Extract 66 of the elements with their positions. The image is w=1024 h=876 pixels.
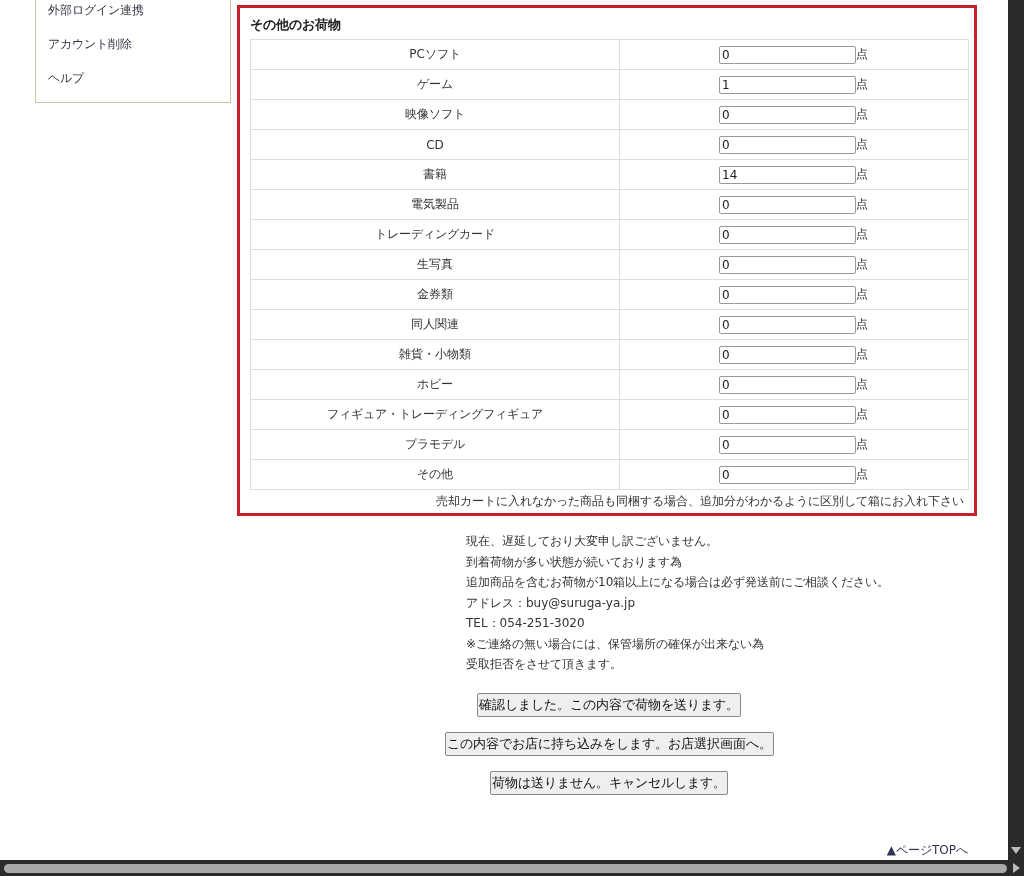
menu-link[interactable]: 外部ログイン連携 [48,0,144,28]
notice-line: 到着荷物が多い状態が続いております為 [466,553,682,571]
quantity-field[interactable]: 0 [719,435,856,454]
horizontal-scrollbar[interactable] [0,860,1024,876]
category-label: 映像ソフト [405,106,465,123]
quantity-field[interactable]: 0 [719,375,856,394]
unit-label: 点 [856,106,868,123]
notice-line: ※ご連絡の無い場合には、保管場所の確保が出来ない為 [466,635,765,653]
page-top-link[interactable]: ▲ページTOPへ [886,843,968,858]
unit-label: 点 [856,46,868,63]
action-button[interactable]: 確認しました。この内容で荷物を送ります。 [477,692,741,717]
category-label: 金券類 [417,286,453,303]
category-label: ホビー [417,376,453,393]
category-label: 同人関連 [411,316,459,333]
menu-link[interactable]: ヘルプ [48,62,84,96]
quantity-field[interactable]: 0 [719,345,856,364]
vertical-scrollbar[interactable] [1008,0,1024,860]
unit-label: 点 [856,76,868,93]
quantity-field[interactable]: 14 [719,165,856,184]
notice-line: 受取拒否をさせて頂きます。 [466,656,622,673]
category-label: プラモデル [405,436,465,453]
unit-label: 点 [856,166,868,183]
scroll-thumb[interactable] [4,863,1007,873]
quantity-field[interactable]: 0 [719,135,856,154]
action-button[interactable]: 荷物は送りません。キャンセルします。 [490,770,728,795]
scroll-right-icon[interactable] [1013,863,1020,873]
unit-label: 点 [856,346,868,363]
quantity-field[interactable]: 0 [719,255,856,274]
unit-label: 点 [856,136,868,153]
category-label: ゲーム [417,76,453,93]
scroll-down-icon[interactable] [1011,847,1021,854]
section-title: その他のお荷物 [250,16,341,34]
unit-label: 点 [856,226,868,243]
unit-label: 点 [856,436,868,453]
unit-label: 点 [856,376,868,393]
category-label: その他 [417,466,453,483]
menu-link[interactable]: アカウント削除 [48,28,132,62]
quantity-field[interactable]: 0 [719,285,856,304]
quantity-field[interactable]: 0 [719,45,856,64]
quantity-field[interactable]: 0 [719,195,856,214]
notice-line: 現在、遅延しており大変申し訳ございません。 [466,533,718,550]
category-label: CD [426,137,444,152]
category-label: 書籍 [423,166,447,183]
notice-line: 追加商品を含むお荷物が10箱以上になる場合は必ず発送前にご相談ください。 [466,574,890,591]
notice-line: TEL：054-251-3020 [466,615,585,632]
unit-label: 点 [856,196,868,213]
quantity-field[interactable]: 0 [719,315,856,334]
notice-line: アドレス：buy@suruga-ya.jp [466,594,636,612]
quantity-field[interactable]: 0 [719,405,856,424]
category-label: トレーディングカード [375,226,495,243]
note-text: 売却カートに入れなかった商品も同梱する場合、追加分がわかるように区別して箱にお入れ下さい [436,493,964,510]
category-label: 電気製品 [411,196,459,213]
unit-label: 点 [856,316,868,333]
unit-label: 点 [856,256,868,273]
category-label: フィギュア・トレーディングフィギュア [327,406,543,423]
action-button[interactable]: この内容でお店に持ち込みをします。お店選択画面へ。 [444,731,774,756]
quantity-field[interactable]: 0 [719,105,856,124]
category-label: PCソフト [409,46,461,63]
category-label: 雑貨・小物類 [399,346,471,363]
category-label: 生写真 [417,256,453,273]
unit-label: 点 [856,466,868,483]
quantity-field[interactable]: 0 [719,225,856,244]
unit-label: 点 [856,406,868,423]
quantity-field[interactable]: 1 [719,75,856,94]
unit-label: 点 [856,286,868,303]
quantity-field[interactable]: 0 [719,465,856,484]
